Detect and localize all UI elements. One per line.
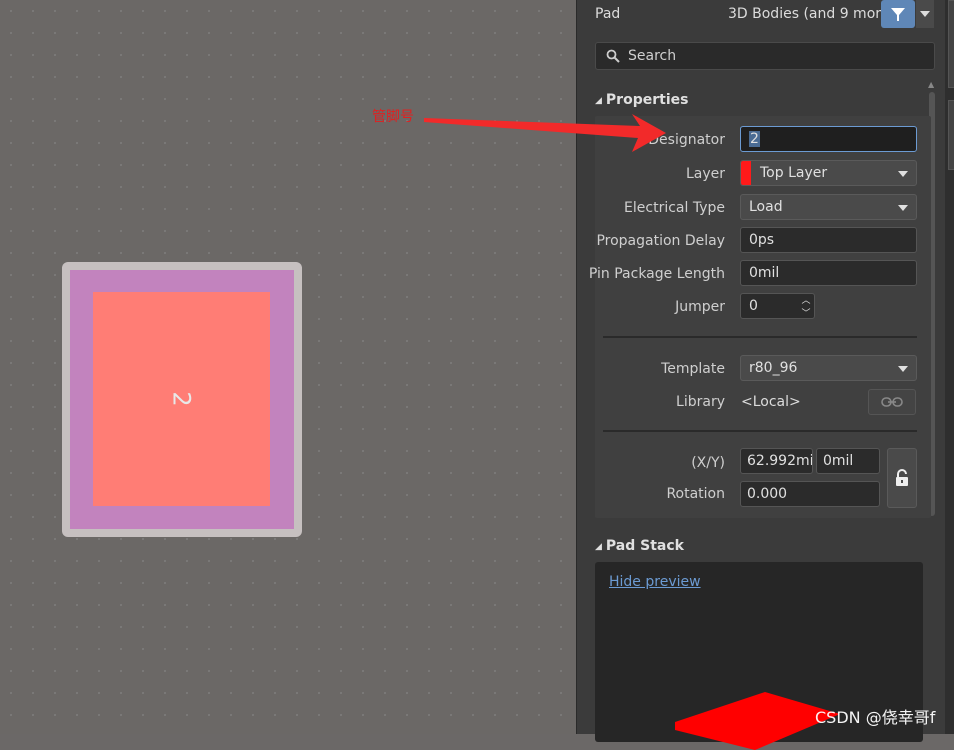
unlock-icon xyxy=(896,469,908,486)
chevron-down-icon xyxy=(920,11,930,17)
collapse-triangle-icon: ◢ xyxy=(595,542,602,552)
y-coordinate-field[interactable]: 0mil xyxy=(816,448,880,474)
rotation-label: Rotation xyxy=(666,486,725,502)
pcb-canvas[interactable]: 2 管脚号 xyxy=(0,0,576,734)
pin-package-length-field[interactable]: 0mil xyxy=(740,260,917,286)
layer-select[interactable]: Top Layer xyxy=(740,160,917,186)
electrical-type-select[interactable]: Load xyxy=(740,194,917,220)
template-label: Template xyxy=(661,361,725,377)
pad-copper: 2 xyxy=(93,292,270,506)
layer-label: Layer xyxy=(685,166,725,182)
lock-button[interactable] xyxy=(887,448,917,508)
x-coordinate-field[interactable]: 62.992mi xyxy=(740,448,813,474)
properties-section-header[interactable]: ◢ Properties xyxy=(595,92,688,108)
designator-field[interactable]: 2 xyxy=(740,126,917,152)
library-label: Library xyxy=(676,394,725,410)
filter-summary[interactable]: 3D Bodies (and 9 more) xyxy=(728,6,895,22)
propagation-delay-field[interactable]: 0ps xyxy=(740,227,917,253)
pad-stack-section-header[interactable]: ◢ Pad Stack xyxy=(595,538,684,554)
pad-outline[interactable]: 2 xyxy=(62,262,302,537)
watermark-text: CSDN @侥幸哥f xyxy=(815,708,936,727)
collapse-triangle-icon: ◢ xyxy=(595,96,602,106)
filter-icon xyxy=(891,8,905,21)
properties-panel: Pad 3D Bodies (and 9 more) Search ▲ ◢ Pro… xyxy=(576,0,954,750)
layer-color-swatch xyxy=(741,161,751,185)
xy-label: (X/Y) xyxy=(691,455,725,471)
pad-solder-mask: 2 xyxy=(70,270,294,529)
jumper-spinner[interactable]: ︿ ﹀ xyxy=(797,293,815,319)
side-tab[interactable] xyxy=(948,100,954,170)
pad-designator-text: 2 xyxy=(167,391,196,407)
search-input[interactable]: Search xyxy=(595,42,935,70)
hide-preview-link[interactable]: Hide preview xyxy=(609,574,701,590)
filter-button[interactable] xyxy=(881,0,915,28)
section-divider xyxy=(603,430,917,432)
link-icon xyxy=(881,397,903,407)
side-tab[interactable] xyxy=(948,0,954,88)
template-select[interactable]: r80_96 xyxy=(740,355,917,381)
library-link-button[interactable] xyxy=(868,389,916,415)
propagation-delay-label: Propagation Delay xyxy=(596,233,725,249)
section-divider xyxy=(603,336,917,338)
scroll-up-arrow[interactable]: ▲ xyxy=(928,80,934,89)
rotation-field[interactable]: 0.000 xyxy=(740,481,880,507)
annotation-label: 管脚号 xyxy=(372,109,414,125)
designator-label: Designator xyxy=(648,132,725,148)
search-placeholder: Search xyxy=(628,48,677,64)
search-icon xyxy=(606,49,620,63)
object-type-label: Pad xyxy=(595,6,621,22)
library-value: <Local> xyxy=(741,394,801,410)
electrical-type-label: Electrical Type xyxy=(624,200,725,216)
spin-down-icon[interactable]: ﹀ xyxy=(801,306,810,319)
jumper-label: Jumper xyxy=(675,299,725,315)
spin-up-icon[interactable]: ︿ xyxy=(801,293,810,306)
filter-dropdown-button[interactable] xyxy=(916,0,934,28)
pin-package-length-label: Pin Package Length xyxy=(588,266,725,282)
panel-side-strip xyxy=(945,0,954,734)
